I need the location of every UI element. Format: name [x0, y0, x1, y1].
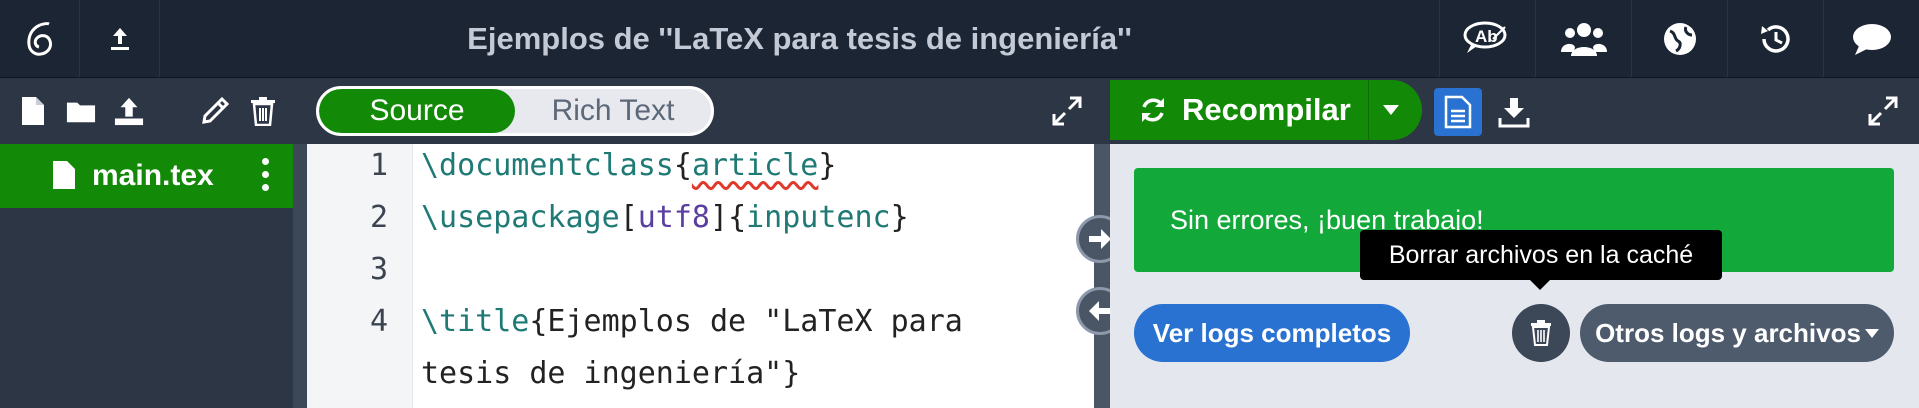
overleaf-logo-icon[interactable] [0, 0, 80, 77]
upload-icon[interactable] [114, 96, 144, 126]
logs-pane-button[interactable] [1434, 88, 1482, 136]
latex-argument: inputenc [746, 200, 891, 235]
file-tree-resizer[interactable] [293, 144, 307, 408]
file-tree-item-main-tex[interactable]: main.tex [0, 144, 293, 208]
latex-text: {Ejemplos de "LaTeX para [529, 304, 963, 339]
expand-icon[interactable] [1866, 94, 1900, 128]
code-line-4-wrap: tesis de ingeniería"} [421, 356, 800, 391]
view-full-logs-button[interactable]: Ver logs completos [1134, 304, 1410, 362]
expand-icon[interactable] [1050, 94, 1084, 128]
line-number-gutter: 1 2 3 4 [307, 144, 413, 408]
code-editor[interactable]: 1 2 3 4 \documentclass{article} \usepack… [307, 144, 1094, 408]
file-toolbar [0, 78, 296, 144]
recompile-options-caret-icon[interactable] [1368, 80, 1412, 140]
project-title: Ejemplos de ''LaTeX para tesis de ingeni… [467, 20, 1132, 56]
latex-command: \documentclass [421, 148, 674, 183]
history-icon[interactable] [1727, 0, 1823, 77]
upload-arrow-icon[interactable] [80, 0, 160, 77]
recompile-button[interactable]: Recompilar [1110, 80, 1422, 140]
line-number: 1 [369, 148, 388, 183]
logs-pane: Sin errores, ¡buen trabajo! Ver logs com… [1110, 144, 1919, 408]
pane-splitter[interactable] [1094, 144, 1110, 408]
pdf-toolbar: Recompilar [1110, 78, 1919, 144]
tooltip: Borrar archivos en la caché [1360, 230, 1722, 290]
latex-option: utf8 [637, 200, 710, 235]
tab-source[interactable]: Source [319, 89, 515, 133]
code-line-1: \documentclass{article} [421, 148, 837, 183]
spellcheck-icon[interactable]: Ab [1439, 0, 1535, 77]
rename-icon[interactable] [200, 96, 230, 126]
code-line-2: \usepackage[utf8]{inputenc} [421, 200, 909, 235]
chevron-down-icon [1864, 328, 1879, 338]
tab-rich-text[interactable]: Rich Text [515, 89, 711, 133]
chat-icon[interactable] [1823, 0, 1919, 77]
other-logs-label: Otros logs y archivos [1595, 317, 1861, 348]
trash-icon [1531, 320, 1551, 346]
file-tree: main.tex [0, 144, 296, 408]
new-folder-icon[interactable] [66, 96, 96, 126]
latex-text: tesis de ingeniería"} [421, 356, 801, 391]
delete-icon[interactable] [248, 96, 278, 126]
recompile-label: Recompilar [1182, 92, 1351, 127]
line-number: 4 [369, 304, 388, 339]
file-menu-kebab-icon[interactable] [262, 158, 269, 191]
clear-cache-button[interactable] [1512, 304, 1570, 362]
file-name: main.tex [92, 159, 214, 192]
latex-command: \title [421, 304, 530, 339]
line-number: 2 [369, 200, 388, 235]
other-logs-dropdown[interactable]: Otros logs y archivos [1580, 304, 1894, 362]
users-icon[interactable] [1535, 0, 1631, 77]
latex-argument: article [691, 148, 819, 183]
line-number: 3 [369, 252, 388, 287]
new-file-icon[interactable] [18, 96, 48, 126]
editor-toolbar: Source Rich Text [296, 78, 1096, 144]
globe-icon[interactable] [1631, 0, 1727, 77]
refresh-icon [1142, 98, 1164, 122]
download-pdf-icon[interactable] [1490, 88, 1538, 136]
document-icon [1444, 95, 1472, 129]
editor-mode-toggle: Source Rich Text [316, 86, 714, 136]
top-bar: Ejemplos de ''LaTeX para tesis de ingeni… [0, 0, 1919, 78]
latex-command: \usepackage [421, 200, 620, 235]
file-icon [53, 161, 75, 189]
code-line-4: \title{Ejemplos de "LaTeX para [421, 304, 963, 339]
